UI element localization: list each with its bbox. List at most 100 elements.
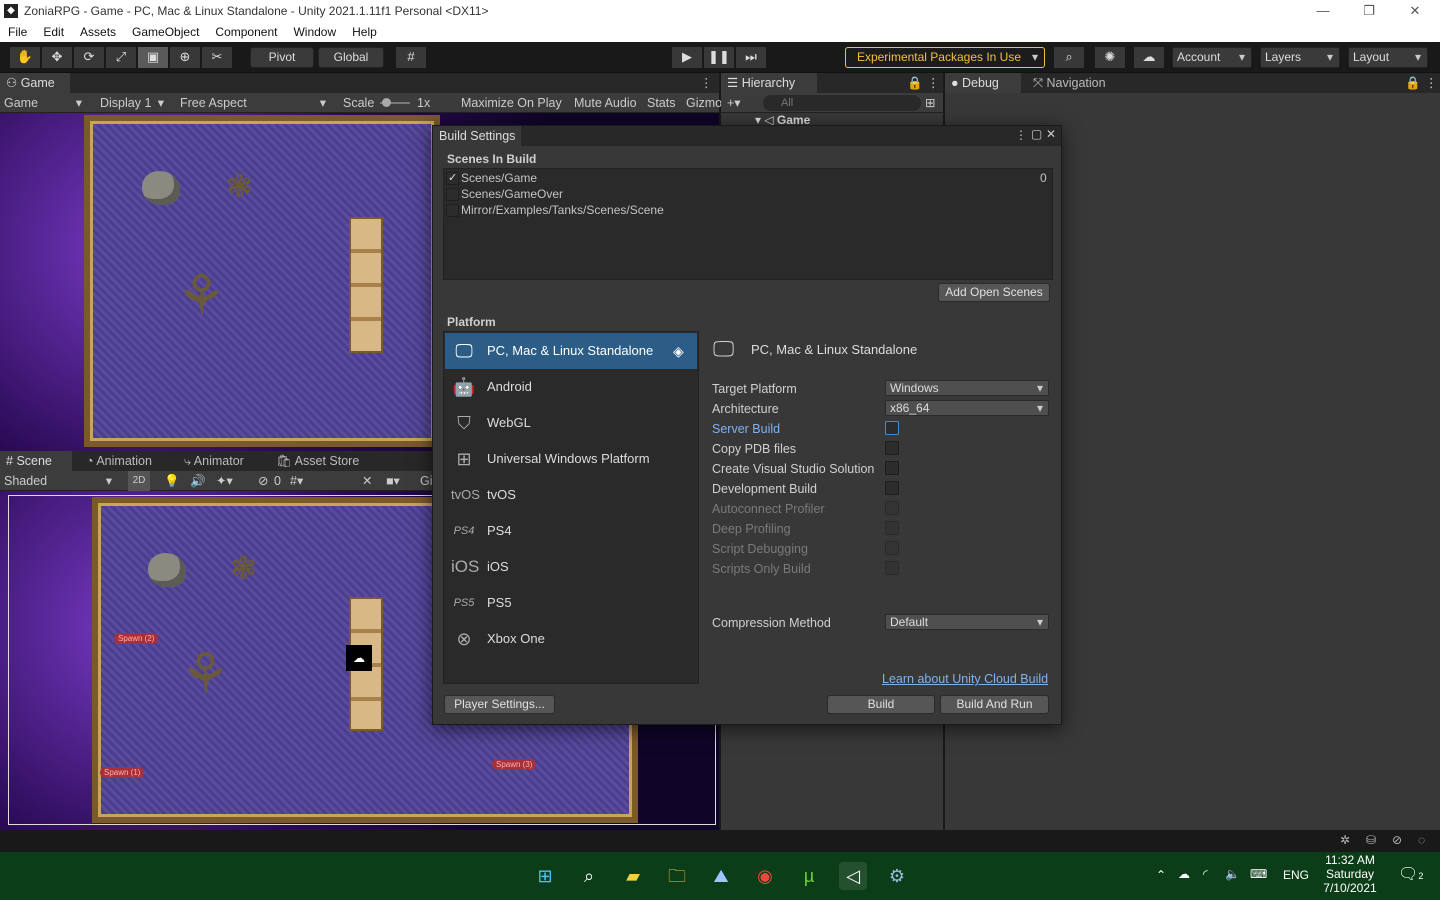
grid-icon[interactable]: #▾	[290, 471, 303, 491]
account-dropdown[interactable]: Account	[1172, 47, 1252, 68]
collab-icon[interactable]: ✺	[1095, 47, 1125, 68]
start-icon[interactable]: ⊞	[531, 862, 559, 890]
build-and-run-button[interactable]: Build And Run	[940, 695, 1049, 714]
lighting-icon[interactable]: 💡	[164, 471, 180, 491]
platform-item-android[interactable]: 🤖 Android	[445, 369, 697, 405]
create-vs-checkbox[interactable]	[885, 461, 899, 475]
menu-edit[interactable]: Edit	[35, 25, 72, 39]
rotate-tool-icon[interactable]: ⟳	[74, 47, 104, 68]
shading-dropdown[interactable]: Shaded	[4, 471, 118, 491]
build-button[interactable]: Build	[827, 695, 935, 714]
add-object-icon[interactable]: +▾	[727, 93, 741, 113]
audio-icon[interactable]: 🔊	[190, 471, 206, 491]
menu-window[interactable]: Window	[285, 25, 344, 39]
mute-audio-toggle[interactable]: Mute Audio	[574, 93, 637, 113]
effects-icon[interactable]: ✦▾	[216, 471, 233, 491]
gizmos-toggle[interactable]: Gizmo	[686, 93, 722, 113]
kebab-menu-icon[interactable]: ⋮	[700, 73, 713, 93]
tab-scene[interactable]: # Scene	[0, 451, 72, 471]
platform-item-ps4[interactable]: PS4 PS4	[445, 513, 697, 549]
hand-tool-icon[interactable]: ✋	[10, 47, 40, 68]
clock[interactable]: 11:32 AM Saturday 7/10/2021	[1322, 853, 1378, 895]
maximize-button[interactable]: ❐	[1346, 0, 1392, 22]
platform-item-ps5[interactable]: PS5 PS5	[445, 585, 697, 621]
notification-icon[interactable]: 🗨2	[1398, 864, 1423, 884]
move-tool-icon[interactable]: ✥	[42, 47, 72, 68]
kebab-menu-icon[interactable]: ⋮	[1425, 73, 1438, 93]
learn-cloud-build-link[interactable]: Learn about Unity Cloud Build	[882, 672, 1048, 686]
transform-tool-icon[interactable]: ⊕	[170, 47, 200, 68]
search-icon[interactable]: ⌕	[1054, 47, 1084, 68]
architecture-dropdown[interactable]: x86_64	[885, 400, 1049, 416]
chrome-icon[interactable]: ◉	[751, 862, 779, 890]
maximize-on-play-toggle[interactable]: Maximize On Play	[461, 93, 562, 113]
platform-item-standalone[interactable]: 🖵 PC, Mac & Linux Standalone ◈	[445, 333, 697, 369]
display-dropdown[interactable]: Display 1	[100, 93, 170, 113]
menu-assets[interactable]: Assets	[72, 25, 124, 39]
kebab-menu-icon[interactable]: ⋮	[1015, 128, 1027, 142]
scene-checkbox[interactable]	[446, 188, 459, 201]
hidden-objects-icon[interactable]: ⊘	[258, 471, 268, 491]
grid-snap-icon[interactable]: #	[396, 47, 426, 68]
tab-debug[interactable]: ● Debug	[945, 73, 1021, 93]
step-icon[interactable]: ⏭	[736, 47, 766, 68]
lock-icon[interactable]: 🔒	[907, 73, 923, 93]
platform-item-xbox[interactable]: ⊗ Xbox One	[445, 621, 697, 657]
platform-item-tvos[interactable]: tvOS tvOS	[445, 477, 697, 513]
tab-hierarchy[interactable]: ☰ Hierarchy	[721, 73, 817, 93]
scene-checkbox[interactable]	[446, 204, 459, 217]
tab-asset-store[interactable]: 🛍 Asset Store	[270, 451, 370, 471]
scene-row[interactable]: Scenes/Game 0	[446, 171, 1050, 186]
pivot-toggle[interactable]: Pivot	[250, 47, 314, 68]
kebab-menu-icon[interactable]: ⋮	[927, 73, 940, 93]
volume-icon[interactable]: 🔈	[1225, 867, 1240, 881]
player-settings-button[interactable]: Player Settings...	[444, 695, 555, 714]
camera-gizmo-icon[interactable]: ☁	[346, 645, 372, 671]
search-icon[interactable]: ⌕	[575, 862, 603, 890]
platform-item-uwp[interactable]: ⊞ Universal Windows Platform	[445, 441, 697, 477]
platform-item-ios[interactable]: iOS iOS	[445, 549, 697, 585]
menu-gameobject[interactable]: GameObject	[124, 25, 207, 39]
layout-dropdown[interactable]: Layout	[1348, 47, 1428, 68]
unity-icon[interactable]: ◁	[839, 862, 867, 890]
aspect-dropdown[interactable]: Free Aspect	[180, 93, 332, 113]
add-open-scenes-button[interactable]: Add Open Scenes	[938, 283, 1050, 302]
maximize-window-icon[interactable]: ▢	[1031, 127, 1042, 141]
scene-row[interactable]: Mirror/Examples/Tanks/Scenes/Scene	[446, 203, 1050, 218]
target-platform-dropdown[interactable]: Windows	[885, 380, 1049, 396]
scene-gizmos-toggle[interactable]: Gi	[420, 471, 433, 491]
server-build-checkbox[interactable]	[885, 421, 899, 435]
file-explorer-icon[interactable]: 🗀	[663, 862, 691, 890]
stats-toggle[interactable]: Stats	[647, 93, 676, 113]
scale-slider[interactable]	[380, 93, 410, 113]
network-app-icon[interactable]: ⚙	[883, 862, 911, 890]
photos-icon[interactable]: ⛰	[707, 862, 735, 890]
game-mode-dropdown[interactable]: Game	[4, 93, 88, 113]
cloud-icon[interactable]: ☁	[1134, 47, 1164, 68]
global-toggle[interactable]: Global	[318, 47, 384, 68]
tab-navigation[interactable]: ⤧ Navigation	[1027, 73, 1127, 93]
development-build-checkbox[interactable]	[885, 481, 899, 495]
custom-tool-icon[interactable]: ✂	[202, 47, 232, 68]
rect-tool-icon[interactable]: ▣	[138, 47, 168, 68]
utorrent-icon[interactable]: µ	[795, 862, 823, 890]
spawn-marker[interactable]: Spawn (1)	[100, 767, 145, 778]
camera-icon[interactable]: ■▾	[386, 471, 400, 491]
cache-icon[interactable]: ⛁	[1366, 833, 1376, 847]
experimental-packages-button[interactable]: Experimental Packages In Use	[845, 47, 1045, 68]
debug-icon[interactable]: ✲	[1340, 833, 1350, 847]
mode-2d-toggle[interactable]: 2D	[128, 471, 150, 491]
scale-tool-icon[interactable]: ⤢	[106, 47, 136, 68]
close-window-icon[interactable]: ✕	[1046, 127, 1056, 141]
progress-icon[interactable]: ⊘	[1392, 833, 1402, 847]
sticky-notes-icon[interactable]: ▰	[619, 862, 647, 890]
keyboard-icon[interactable]: ⌨	[1250, 867, 1267, 881]
lock-icon[interactable]: 🔒	[1405, 73, 1421, 93]
spawn-marker[interactable]: Spawn (3)	[492, 759, 537, 770]
pause-icon[interactable]: ❚❚	[704, 47, 734, 68]
scene-row[interactable]: Scenes/GameOver	[446, 187, 1050, 202]
wifi-icon[interactable]: ◜	[1203, 867, 1208, 881]
tab-animation[interactable]: ◔ Animation	[80, 451, 170, 471]
layers-dropdown[interactable]: Layers	[1260, 47, 1340, 68]
tools-icon[interactable]: ✕	[362, 471, 372, 491]
